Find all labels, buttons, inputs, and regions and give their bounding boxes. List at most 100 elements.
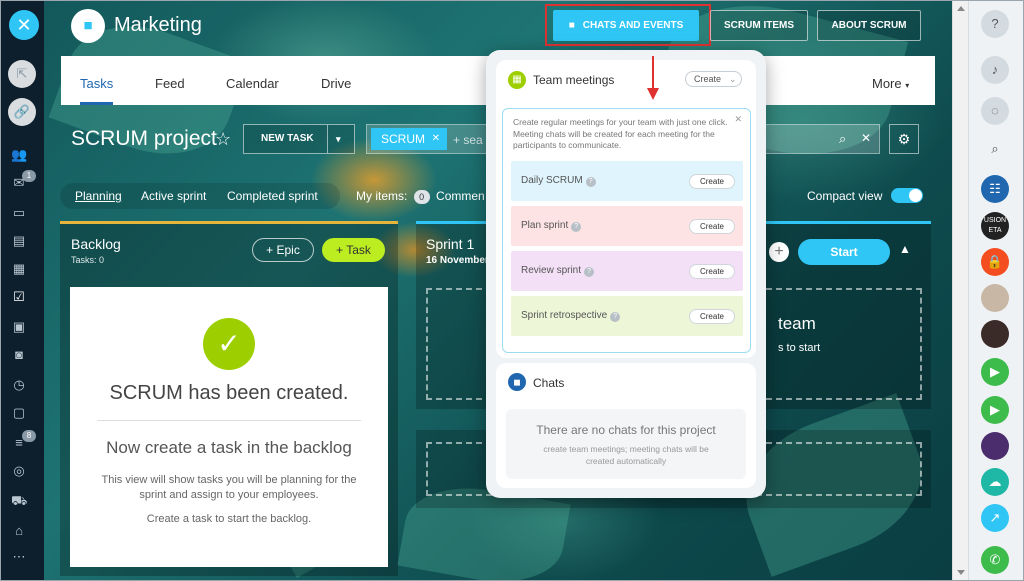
- divider: [97, 420, 361, 421]
- backlog-title: Backlog: [71, 236, 121, 252]
- close-icon[interactable]: ✕: [432, 128, 440, 150]
- video-icon[interactable]: ▶: [981, 358, 1009, 386]
- calendar-icon: ▦: [508, 71, 526, 89]
- create-meeting-button[interactable]: Create: [689, 264, 735, 279]
- avatar[interactable]: [981, 432, 1009, 460]
- new-task-label: NEW TASK: [261, 133, 314, 144]
- meeting-label: Plan sprint?: [521, 220, 582, 232]
- inbox-icon[interactable]: ▭: [11, 206, 27, 220]
- group-chat-icon[interactable]: ☷: [981, 175, 1009, 203]
- add-icon[interactable]: +: [769, 242, 789, 262]
- empty-state-title: SCRUM has been created.: [109, 382, 349, 404]
- share-icon[interactable]: ↗: [981, 504, 1009, 532]
- chat-bubble-icon[interactable]: ◌: [981, 97, 1009, 125]
- help-icon[interactable]: ?: [585, 177, 596, 187]
- create-meeting-button[interactable]: Create: [689, 219, 735, 234]
- create-meeting-button[interactable]: Create: [689, 174, 735, 189]
- folder-icon[interactable]: ■: [71, 9, 105, 43]
- lock-icon[interactable]: 🔒: [981, 248, 1009, 276]
- comments-count: 0: [413, 190, 430, 204]
- compact-view-label: Compact view: [807, 189, 883, 203]
- sprint-title: Sprint 1: [426, 236, 475, 252]
- tab-calendar[interactable]: Calendar: [226, 76, 279, 91]
- tab-more-label: More: [872, 76, 902, 91]
- add-epic-button[interactable]: + Epic: [252, 238, 314, 262]
- tab-drive[interactable]: Drive: [321, 76, 351, 91]
- tab-tasks[interactable]: Tasks: [80, 76, 113, 91]
- active-sprint-link[interactable]: Active sprint: [141, 189, 206, 203]
- tab-more[interactable]: More ▾: [872, 76, 909, 91]
- library-icon[interactable]: ⌂: [11, 524, 27, 538]
- meeting-label: Review sprint?: [521, 265, 595, 277]
- start-sprint-button[interactable]: Start: [798, 239, 890, 265]
- phone-icon[interactable]: ✆: [981, 546, 1009, 574]
- document-icon[interactable]: ▤: [11, 234, 27, 248]
- video-icon[interactable]: ▶: [981, 396, 1009, 424]
- help-icon[interactable]: ?: [610, 312, 621, 322]
- gear-icon[interactable]: ⚙: [889, 124, 919, 154]
- annotation-highlight-box: [545, 4, 711, 46]
- clock-icon[interactable]: ◷: [11, 378, 27, 392]
- meeting-label-text: Daily SCRUM: [521, 175, 583, 186]
- meeting-item-sprint-retrospective: Sprint retrospective? Create: [511, 296, 743, 336]
- create-meeting-button[interactable]: Create: [689, 309, 735, 324]
- filter-chip[interactable]: SCRUM ✕: [371, 128, 447, 150]
- avatar[interactable]: USION ETA: [981, 212, 1009, 240]
- external-link-icon[interactable]: ⇱: [8, 60, 36, 88]
- scrum-items-button[interactable]: SCRUM ITEMS: [710, 10, 808, 41]
- meeting-label: Daily SCRUM?: [521, 175, 596, 187]
- completed-sprint-link[interactable]: Completed sprint: [227, 189, 318, 203]
- new-task-button[interactable]: NEW TASK ▾: [243, 124, 355, 154]
- search-icon[interactable]: ⌕: [981, 135, 1009, 163]
- cart-icon[interactable]: ⛟: [11, 494, 27, 508]
- calendar-icon[interactable]: ▦: [11, 262, 27, 276]
- meeting-item-review-sprint: Review sprint? Create: [511, 251, 743, 291]
- meetings-description: Create regular meetings for your team wi…: [513, 117, 728, 150]
- contact-icon[interactable]: ▣: [11, 320, 27, 334]
- clear-icon[interactable]: ✕: [861, 131, 871, 145]
- chevron-down-icon[interactable]: ▾: [336, 125, 341, 153]
- bell-icon[interactable]: ♪: [981, 56, 1009, 84]
- create-dropdown[interactable]: Create ⌄: [685, 71, 742, 87]
- close-icon[interactable]: ✕: [9, 10, 39, 40]
- cloud-icon[interactable]: ☁: [981, 468, 1009, 496]
- tasks-icon[interactable]: ☑: [11, 290, 27, 304]
- avatar[interactable]: [981, 320, 1009, 348]
- my-items-filter[interactable]: My items: 0 Commen: [356, 189, 485, 204]
- project-title: Marketing: [114, 14, 202, 36]
- more-icon[interactable]: ⋯: [11, 550, 27, 564]
- chats-events-popup: ▦ Team meetings Create ⌄ Create regular …: [486, 50, 766, 498]
- avatar-text: USION ETA: [983, 217, 1007, 234]
- chats-empty-title: There are no chats for this project: [536, 423, 716, 437]
- about-scrum-button[interactable]: ABOUT SCRUM: [817, 10, 921, 41]
- compact-view-toggle[interactable]: [891, 188, 923, 203]
- window-icon[interactable]: ▢: [11, 406, 27, 420]
- help-icon[interactable]: ?: [571, 222, 582, 232]
- meetings-list: Create regular meetings for your team wi…: [502, 108, 751, 353]
- backlog-column: Backlog Tasks: 0 + Epic + Task ✓ SCRUM h…: [60, 221, 398, 576]
- close-icon[interactable]: ✕: [734, 114, 742, 125]
- search-icon[interactable]: ⌕: [839, 131, 846, 147]
- group-icon[interactable]: 👥: [11, 148, 27, 162]
- target-icon[interactable]: ◎: [11, 464, 27, 478]
- add-task-button[interactable]: + Task: [322, 238, 385, 262]
- robot-icon[interactable]: ◙: [11, 348, 27, 362]
- tab-feed[interactable]: Feed: [155, 76, 185, 91]
- scrollbar[interactable]: [952, 0, 968, 581]
- filter-badge: 8: [22, 430, 36, 442]
- scroll-up-icon[interactable]: [957, 6, 965, 11]
- star-icon[interactable]: ☆: [215, 129, 231, 150]
- annotation-arrow: [652, 56, 654, 89]
- team-meetings-card: ▦ Team meetings Create ⌄ Create regular …: [496, 60, 756, 358]
- planning-link[interactable]: Planning: [75, 189, 122, 203]
- search-placeholder: + sea: [453, 133, 483, 147]
- checkmark-icon: ✓: [203, 318, 255, 370]
- help-icon[interactable]: ?: [584, 267, 595, 277]
- link-icon[interactable]: 🔗: [8, 98, 36, 126]
- help-icon[interactable]: ?: [981, 10, 1009, 38]
- meeting-label-text: Plan sprint: [521, 220, 569, 231]
- scroll-down-icon[interactable]: [957, 570, 965, 575]
- avatar[interactable]: [981, 284, 1009, 312]
- meeting-label-text: Review sprint: [521, 265, 582, 276]
- chevron-up-icon[interactable]: ▲: [899, 242, 911, 256]
